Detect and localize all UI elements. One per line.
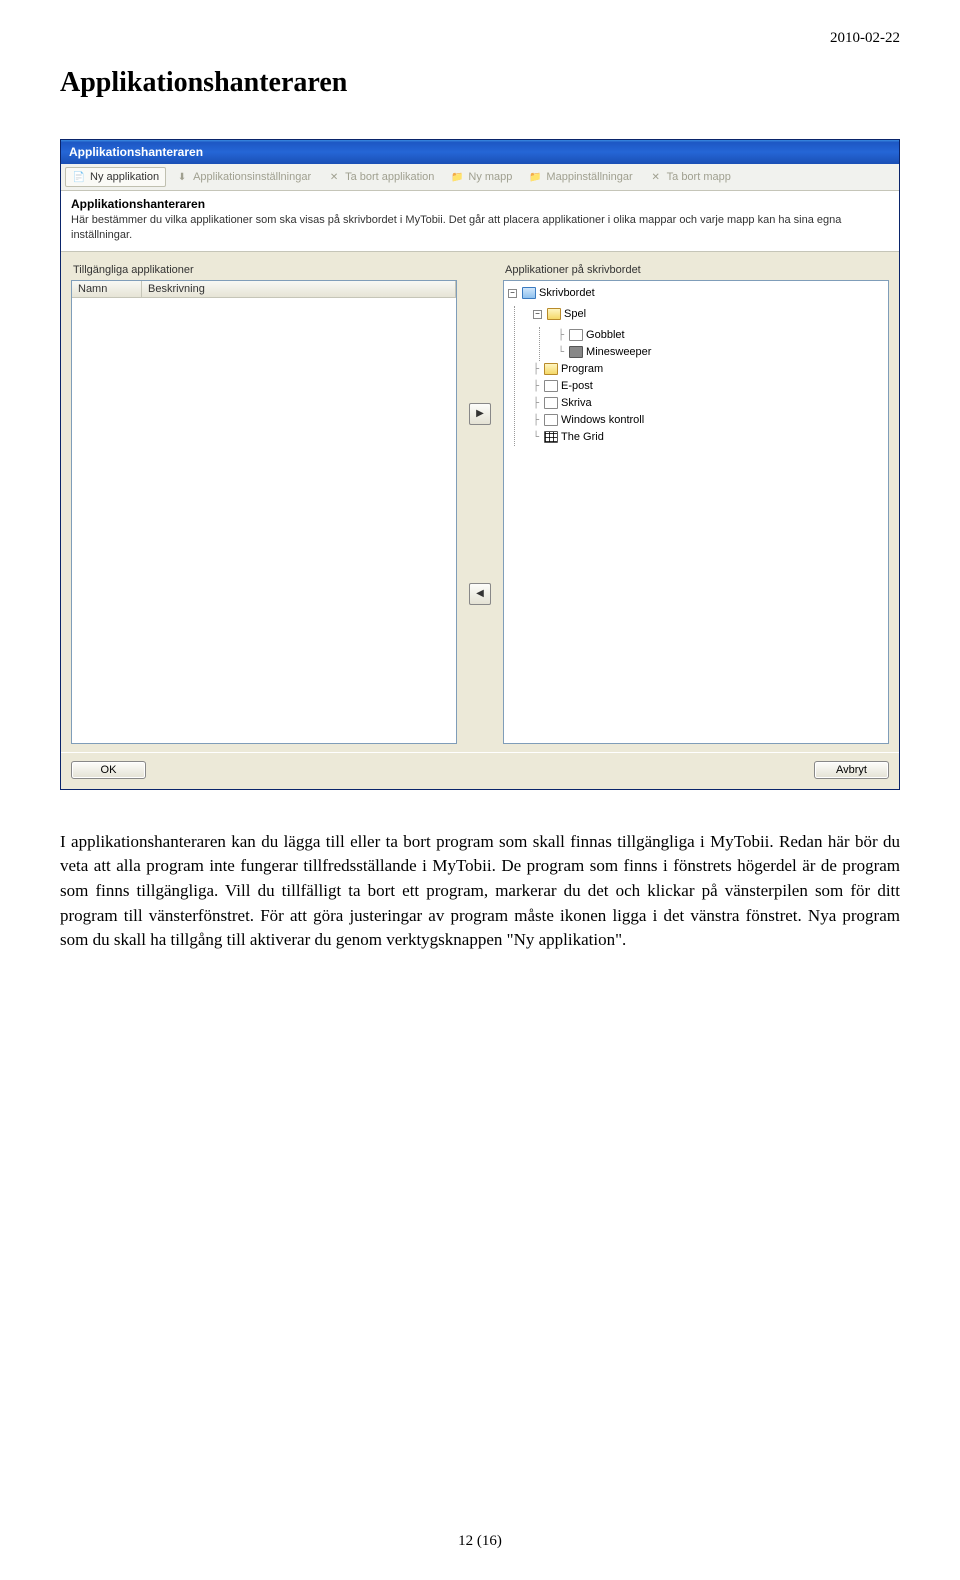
tree-item-gobblet[interactable]: ├ Gobblet	[558, 327, 888, 344]
tree-item-minesweeper[interactable]: └ Minesweeper	[558, 344, 888, 361]
new-folder-icon: 📁	[450, 170, 464, 184]
app-settings-button[interactable]: ⬇ Applikationsinställningar	[168, 167, 318, 187]
tree-label: E-post	[561, 378, 593, 395]
section-header: Applikationshanteraren Här bestämmer du …	[61, 191, 899, 252]
tree-label: Skrivbordet	[539, 285, 595, 302]
folder-icon	[544, 363, 558, 375]
delete-app-button[interactable]: ✕ Ta bort applikation	[320, 167, 441, 187]
tree-connector: ├	[558, 327, 564, 344]
button-row: OK Avbryt	[61, 752, 899, 789]
page-number: 12 (16)	[0, 1533, 960, 1550]
panels-area: Tillgängliga applikationer Namn Beskrivn…	[61, 252, 899, 752]
tree-item-skriva[interactable]: ├ Skriva	[533, 395, 888, 412]
delete-app-label: Ta bort applikation	[345, 171, 434, 183]
app-settings-icon: ⬇	[175, 170, 189, 184]
tree-item-program[interactable]: ├ Program	[533, 361, 888, 378]
tree-label: Windows kontroll	[561, 412, 644, 429]
tree-item-epost[interactable]: ├ E-post	[533, 378, 888, 395]
tree-item-windows-kontroll[interactable]: ├ Windows kontroll	[533, 412, 888, 429]
tree-label: The Grid	[561, 429, 604, 446]
tree-connector: └	[558, 344, 564, 361]
folder-settings-icon: 📁	[528, 170, 542, 184]
move-buttons-column: ▶ ◀	[465, 264, 495, 744]
app-settings-label: Applikationsinställningar	[193, 171, 311, 183]
available-apps-list[interactable]: Namn Beskrivning	[71, 280, 457, 744]
ok-button[interactable]: OK	[71, 761, 146, 779]
delete-folder-label: Ta bort mapp	[667, 171, 731, 183]
desktop-apps-label: Applikationer på skrivbordet	[503, 264, 889, 276]
section-description: Här bestämmer du vilka applikationer som…	[71, 213, 889, 243]
col-name[interactable]: Namn	[72, 281, 142, 297]
tree-item-spel[interactable]: − Spel ├ Gobblet	[533, 306, 888, 361]
delete-folder-button[interactable]: ✕ Ta bort mapp	[642, 167, 738, 187]
tree-label: Spel	[564, 306, 586, 323]
folder-icon	[547, 308, 561, 320]
body-paragraph: I applikationshanteraren kan du lägga ti…	[60, 830, 900, 953]
list-header: Namn Beskrivning	[72, 281, 456, 298]
tree-label: Gobblet	[586, 327, 625, 344]
new-app-icon: 📄	[72, 170, 86, 184]
col-description[interactable]: Beskrivning	[142, 281, 456, 297]
tree-item-the-grid[interactable]: └ The Grid	[533, 429, 888, 446]
app-icon	[569, 329, 583, 341]
tree-label: Skriva	[561, 395, 592, 412]
move-right-button[interactable]: ▶	[469, 403, 491, 425]
window-titlebar[interactable]: Applikationshanteraren	[61, 140, 899, 164]
tree-connector: ├	[533, 395, 539, 412]
folder-settings-label: Mappinställningar	[546, 171, 632, 183]
new-folder-label: Ny mapp	[468, 171, 512, 183]
tree-label: Minesweeper	[586, 344, 651, 361]
tree-item-skrivbordet[interactable]: − Skrivbordet − Spel	[508, 285, 888, 446]
folder-settings-button[interactable]: 📁 Mappinställningar	[521, 167, 639, 187]
document-date: 2010-02-22	[60, 30, 900, 47]
new-folder-button[interactable]: 📁 Ny mapp	[443, 167, 519, 187]
cancel-button[interactable]: Avbryt	[814, 761, 889, 779]
app-icon	[569, 346, 583, 358]
move-left-button[interactable]: ◀	[469, 583, 491, 605]
tree-connector: ├	[533, 378, 539, 395]
new-application-button[interactable]: 📄 Ny applikation	[65, 167, 166, 187]
collapse-icon[interactable]: −	[533, 310, 542, 319]
app-icon	[544, 414, 558, 426]
grid-icon	[544, 431, 558, 443]
document-title: Applikationshanteraren	[60, 67, 900, 99]
app-manager-window: Applikationshanteraren 📄 Ny applikation …	[60, 139, 900, 790]
desktop-apps-tree[interactable]: − Skrivbordet − Spel	[503, 280, 889, 744]
tree-connector: ├	[533, 412, 539, 429]
app-icon	[544, 397, 558, 409]
tree-connector: ├	[533, 361, 539, 378]
delete-app-icon: ✕	[327, 170, 341, 184]
tree-label: Program	[561, 361, 603, 378]
app-icon	[544, 380, 558, 392]
available-apps-label: Tillgängliga applikationer	[71, 264, 457, 276]
window-toolbar: 📄 Ny applikation ⬇ Applikationsinställni…	[61, 164, 899, 191]
desktop-icon	[522, 287, 536, 299]
section-heading: Applikationshanteraren	[71, 197, 889, 211]
delete-folder-icon: ✕	[649, 170, 663, 184]
collapse-icon[interactable]: −	[508, 289, 517, 298]
available-apps-panel: Tillgängliga applikationer Namn Beskrivn…	[71, 264, 457, 744]
new-app-label: Ny applikation	[90, 171, 159, 183]
desktop-apps-panel: Applikationer på skrivbordet − Skrivbord…	[503, 264, 889, 744]
tree-connector: └	[533, 429, 539, 446]
